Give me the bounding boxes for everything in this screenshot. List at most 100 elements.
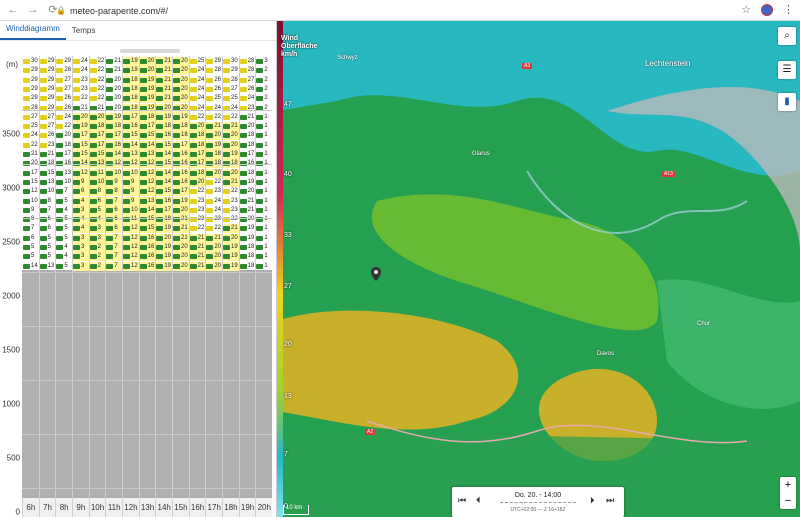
legend-value: 20 — [284, 341, 292, 348]
legend-value: 7 — [284, 451, 288, 458]
hour-label: 13h — [138, 498, 156, 517]
wind-speed: 27 — [31, 113, 38, 120]
profile-avatar[interactable] — [761, 3, 773, 16]
wind-speed: 19 — [164, 113, 172, 120]
place-label: Glarus — [472, 151, 490, 157]
wind-speed: 19 — [164, 225, 172, 232]
wind-arrow-icon — [189, 77, 197, 83]
wind-map[interactable]: Wind Oberfläche km/h 47 40 33 27 20 13 7 0 Schw… — [277, 21, 800, 517]
wind-speed: 23 — [81, 76, 88, 83]
wind-speed: 7 — [31, 225, 35, 232]
wind-speed: 18 — [164, 123, 172, 130]
star-icon[interactable]: ☆ — [741, 3, 751, 16]
wind-arrow-icon — [139, 207, 147, 213]
wind-cell: 7 — [23, 224, 39, 233]
wind-cell: 21 — [23, 150, 39, 159]
bar-chart-icon[interactable]: ▮ — [778, 93, 796, 111]
wind-arrow-icon — [256, 59, 264, 64]
wind-arrow-icon — [39, 170, 47, 176]
wind-speed: 18 — [114, 123, 122, 130]
wind-cell: 22 — [206, 224, 222, 233]
wind-cell: 17 — [89, 140, 106, 150]
wind-speed: 21 — [81, 104, 88, 111]
wind-arrow-icon — [123, 152, 130, 158]
hour-label: 20h — [255, 498, 272, 517]
wind-speed: 12 — [131, 244, 138, 251]
wind-cell: 26 — [206, 76, 222, 85]
wind-speed: 9 — [131, 188, 135, 195]
wind-arrow-icon — [106, 226, 114, 232]
wind-speed: 15 — [81, 141, 88, 148]
wind-speed: 23 — [214, 216, 222, 223]
wind-cell: 29 — [39, 85, 56, 94]
wind-arrow-icon — [156, 189, 164, 195]
wind-arrow-icon — [256, 235, 264, 241]
wind-cell: 18 — [189, 140, 206, 150]
wind-arrow-icon — [223, 263, 230, 269]
wind-speed: 19 — [164, 262, 172, 269]
wind-cell: 7 — [106, 196, 123, 206]
address-bar[interactable]: 🔒 meteo-parapente.com/#/ — [56, 3, 756, 18]
grid-line — [22, 218, 272, 219]
last-frame-button[interactable]: ⏭ — [606, 495, 614, 506]
wind-speed: 20 — [181, 85, 188, 92]
wind-arrow-icon — [206, 114, 214, 120]
wind-cell: 1 — [256, 141, 272, 150]
wind-arrow-icon — [156, 207, 164, 213]
wind-speed: 19 — [181, 113, 188, 120]
wind-cell: 18 — [123, 75, 139, 85]
wind-cell: 12 — [73, 168, 89, 178]
wind-arrow-icon — [89, 263, 97, 269]
wind-speed: 23 — [214, 188, 222, 195]
wind-speed: 9 — [114, 178, 118, 185]
tab-temps[interactable]: Temps — [66, 26, 102, 40]
time-track[interactable] — [500, 502, 576, 505]
back-icon[interactable]: ← — [6, 3, 20, 17]
wind-arrow-icon — [223, 77, 230, 83]
wind-speed: 2 — [97, 262, 101, 269]
tab-winddiagramm[interactable]: Winddiagramm — [0, 24, 66, 40]
wind-cell: 11 — [89, 168, 106, 178]
wind-cell: 2 — [89, 252, 106, 262]
wind-cell: 28 — [239, 66, 256, 75]
wind-speed: 22 — [97, 95, 105, 102]
wind-speed: 16 — [181, 151, 188, 158]
wind-speed: 6 — [114, 206, 118, 213]
wind-arrow-icon — [89, 207, 97, 213]
wind-arrow-icon — [56, 86, 64, 92]
wind-arrow-icon — [39, 152, 47, 158]
location-marker[interactable] — [371, 267, 381, 281]
wind-speed: 18 — [147, 113, 155, 120]
wind-speed: 17 — [164, 206, 172, 213]
next-frame-button[interactable]: ⏵ — [590, 495, 595, 506]
wind-arrow-icon — [189, 263, 197, 269]
wind-cell: 8 — [89, 187, 106, 197]
wind-cell: 20 — [139, 66, 156, 76]
wind-speed: 3 — [264, 58, 268, 64]
wind-cell: 12 — [123, 243, 139, 253]
place-label: Schwyz — [337, 55, 358, 61]
wind-speed: 17 — [64, 151, 72, 158]
wind-cell: 21 — [223, 122, 239, 132]
hour-label: 12h — [122, 498, 139, 517]
wind-cell: 25 — [206, 94, 222, 103]
wind-cell: 23 — [189, 197, 206, 206]
wind-speed: 19 — [147, 85, 155, 92]
wind-arrow-icon — [173, 189, 180, 195]
zoom-out-button[interactable]: − — [780, 493, 796, 509]
wind-cell: 4 — [56, 206, 72, 215]
wind-arrow-icon — [56, 235, 64, 241]
search-icon[interactable]: ⌕ — [778, 27, 796, 45]
wind-cell: 21 — [223, 177, 239, 187]
wind-speed: 18 — [197, 169, 205, 176]
forward-icon[interactable]: → — [26, 3, 40, 17]
wind-cell: 19 — [123, 66, 139, 76]
sliders-icon[interactable]: ☰ — [778, 61, 796, 79]
wind-speed: 10 — [97, 178, 105, 185]
menu-icon[interactable]: ⋮ — [783, 3, 794, 16]
wind-cell: 21 — [73, 104, 89, 113]
wind-cell: 21 — [189, 233, 206, 243]
horizontal-scrollbar[interactable] — [120, 49, 180, 53]
zoom-in-button[interactable]: + — [780, 477, 796, 493]
wind-cell: 3 — [73, 243, 89, 253]
